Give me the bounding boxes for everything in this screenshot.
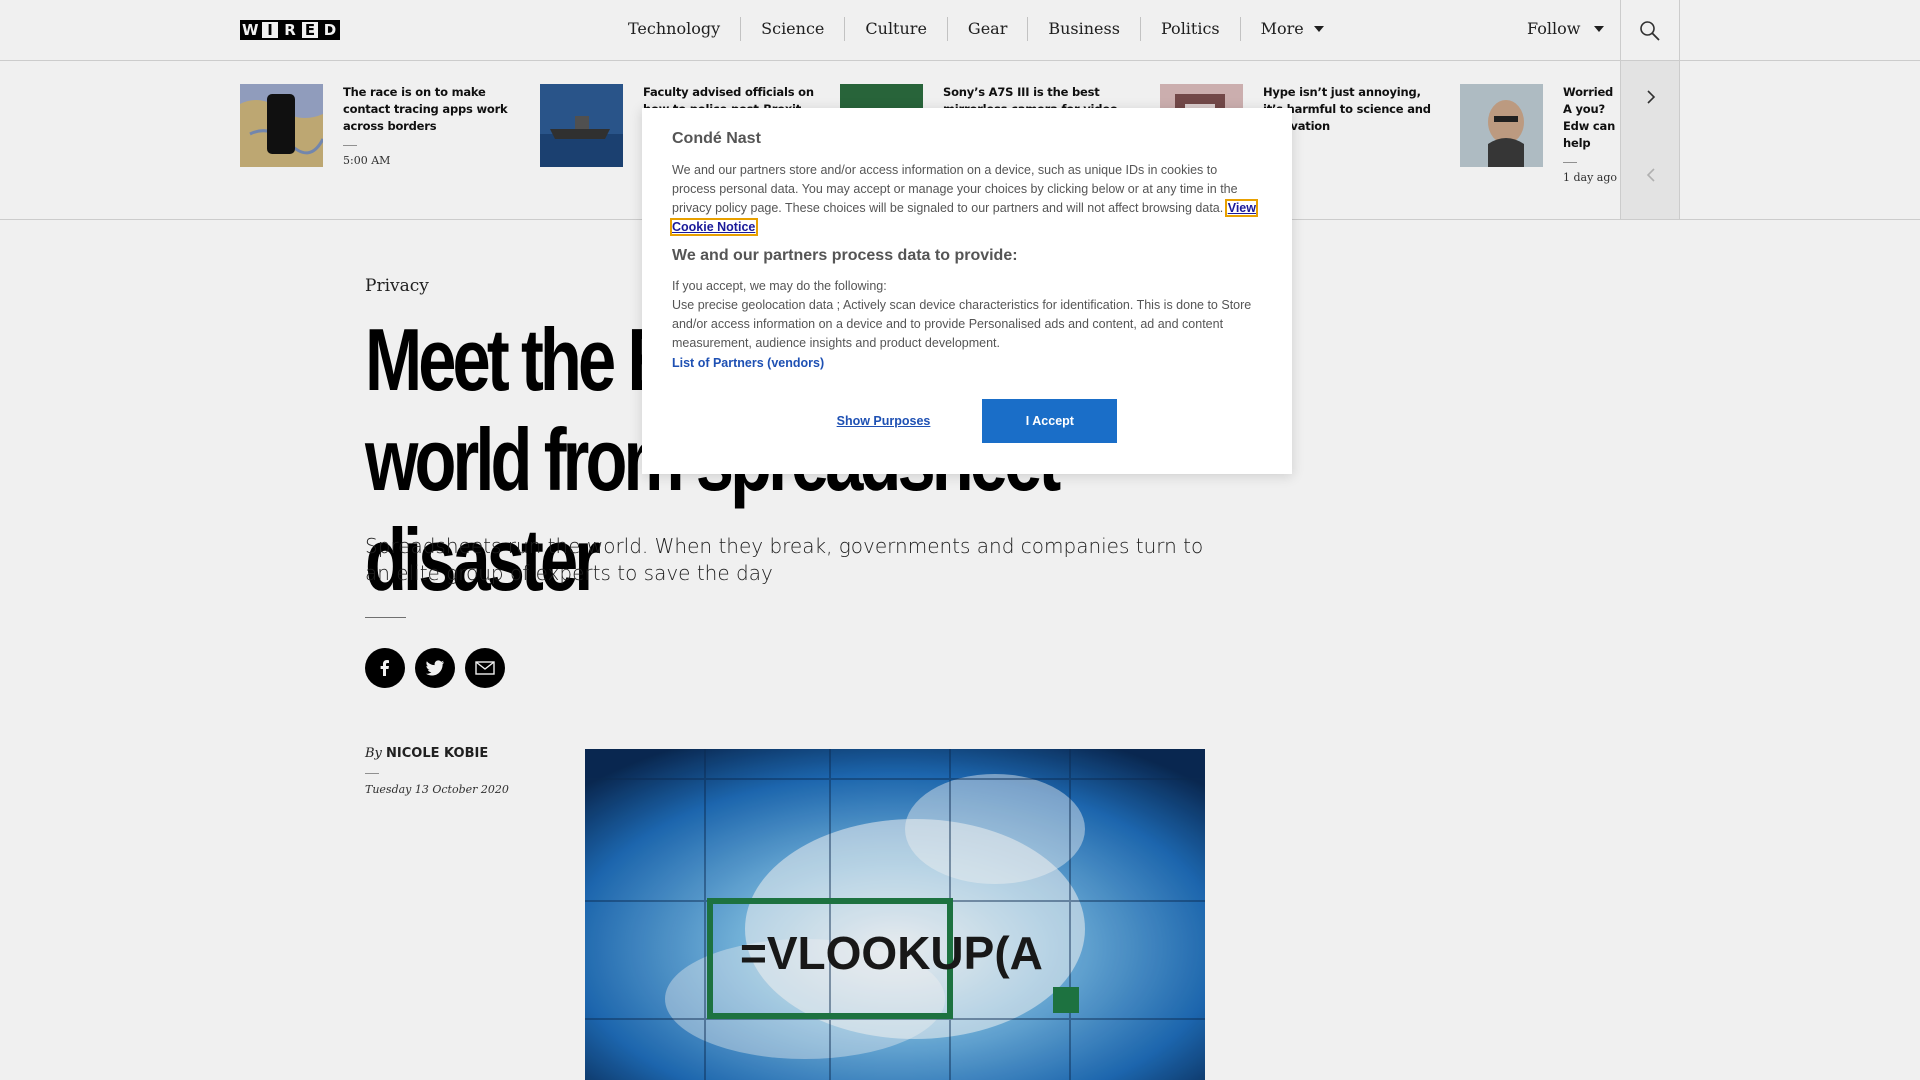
show-purposes-button[interactable]: Show Purposes <box>817 414 951 428</box>
accept-button[interactable]: I Accept <box>982 399 1118 443</box>
cookie-intro: We and our partners store and/or access … <box>670 161 1262 237</box>
cookie-brand: Condé Nast <box>672 130 761 147</box>
cookie-heading: We and our partners process data to prov… <box>672 247 1018 264</box>
cookie-purposes: Use precise geolocation data ; Actively … <box>672 298 1252 350</box>
cookie-accept-intro: If you accept, we may do the following: <box>672 279 887 293</box>
partners-list-link[interactable]: List of Partners (vendors) <box>672 356 1262 370</box>
cookie-actions: Show Purposes I Accept <box>642 399 1292 443</box>
cookie-consent-dialog: Condé Nast We and our partners store and… <box>642 108 1292 474</box>
cookie-intro-text: We and our partners store and/or access … <box>672 163 1238 215</box>
